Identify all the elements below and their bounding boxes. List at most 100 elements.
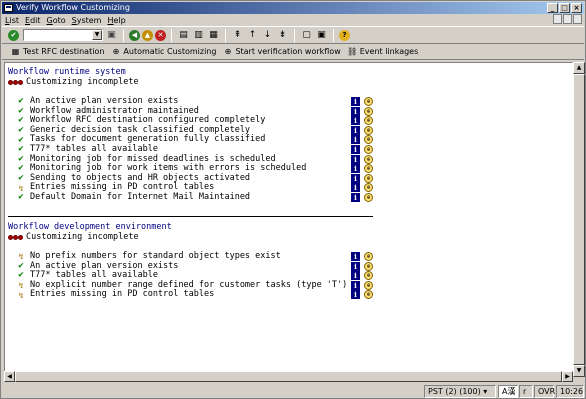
sap-window: Verify Workflow Customizing _ □ × List E…	[0, 0, 586, 399]
execute-icon[interactable]: ⊕	[364, 135, 373, 145]
menu-goto[interactable]: Goto	[44, 16, 69, 25]
test-rfc-destination-button[interactable]: ▦ Test RFC destination	[10, 47, 105, 57]
menu-help[interactable]: Help	[104, 16, 128, 25]
warning-icon: ↯	[18, 290, 24, 300]
execute-icon[interactable]: ⊕	[364, 271, 373, 281]
cancel-icon[interactable]: ✕	[155, 29, 166, 41]
print-icon[interactable]: ▤	[177, 29, 190, 42]
menu-edit[interactable]: Edit	[22, 16, 44, 25]
menu-bar: List Edit Goto System Help	[2, 14, 584, 26]
traffic-light-icon	[8, 235, 23, 241]
vertical-scroll-thumb[interactable]	[573, 74, 585, 365]
maximize-button[interactable]: □	[559, 3, 570, 13]
info-icon[interactable]: i	[351, 252, 360, 261]
info-icon[interactable]: i	[351, 192, 360, 202]
find-icon[interactable]: ▥	[192, 29, 205, 42]
event-linkages-button[interactable]: ⛓ Event linkages	[347, 46, 418, 57]
check-row: ✔ Default Domain for Internet Mail Mainta…	[16, 192, 571, 203]
info-icon[interactable]: i	[351, 106, 360, 116]
create-session-icon[interactable]: ▢	[300, 29, 313, 42]
execute-icon: ⊕	[112, 46, 120, 56]
execute-icon[interactable]: ⊕	[364, 183, 373, 193]
find-next-icon[interactable]: ▦	[207, 29, 220, 42]
new-session-icon[interactable]	[553, 14, 562, 24]
execute-icon[interactable]: ⊕	[364, 144, 373, 154]
insert-mode-field: OVR	[534, 385, 555, 398]
command-field[interactable]: ▼	[23, 29, 103, 41]
minimize-button[interactable]: _	[547, 3, 558, 13]
sap-window-icon[interactable]	[4, 4, 13, 12]
enter-icon[interactable]: ✔	[8, 29, 19, 41]
info-icon[interactable]: i	[351, 116, 360, 126]
checkmark-icon: ✔	[18, 144, 24, 155]
info-icon[interactable]: i	[351, 97, 360, 106]
next-page-icon[interactable]: ↓	[261, 29, 274, 42]
execute-icon[interactable]: ⊕	[364, 97, 373, 106]
info-icon[interactable]: i	[351, 144, 360, 154]
layout-menu-icon[interactable]	[563, 14, 572, 24]
linkage-icon: ⛓	[347, 46, 358, 56]
execute-icon[interactable]: ⊕	[364, 164, 373, 174]
menu-list[interactable]: List	[2, 16, 22, 25]
checkmark-icon: ✔	[18, 96, 24, 107]
back-icon[interactable]: ◀	[129, 29, 140, 41]
info-icon[interactable]: i	[351, 154, 360, 164]
menu-system[interactable]: System	[69, 16, 105, 25]
scroll-right-button[interactable]: ▶	[562, 371, 573, 382]
scroll-up-button[interactable]: ▲	[573, 62, 585, 74]
application-toolbar: ▦ Test RFC destination ⊕ Automatic Custo…	[2, 44, 584, 60]
execute-icon[interactable]: ⊕	[364, 154, 373, 164]
start-verification-workflow-button[interactable]: ⊕ Start verification workflow	[222, 47, 341, 57]
runtime-checks-list: ✔ An active plan version exists i ⊕ ✔ Workflo…	[16, 96, 571, 203]
execute-icon[interactable]: ⊕	[364, 173, 373, 183]
window-controls: _ □ ×	[547, 3, 582, 13]
info-icon[interactable]: i	[351, 261, 360, 271]
ime-indicator[interactable]: A漢	[498, 385, 518, 398]
checkmark-icon: ✔	[18, 192, 24, 203]
exit-icon[interactable]: ▲	[142, 29, 153, 41]
info-icon[interactable]: i	[351, 125, 360, 135]
previous-page-icon[interactable]: ↑	[246, 29, 259, 42]
close-button[interactable]: ×	[571, 3, 582, 13]
info-icon[interactable]: i	[351, 280, 360, 290]
execute-icon[interactable]: ⊕	[364, 192, 373, 202]
horizontal-scrollbar[interactable]: ◀ ▶	[4, 371, 573, 382]
shortcut-icon[interactable]: ▣	[315, 29, 328, 42]
automatic-customizing-button[interactable]: ⊕ Automatic Customizing	[110, 46, 217, 57]
status-bar: PST (2) (100) ▾ A漢 r OVR 10:26	[2, 383, 584, 399]
server-field: r	[519, 385, 533, 398]
development-checks-list: ↯ No prefix numbers for standard object t…	[16, 251, 571, 300]
execute-icon[interactable]: ⊕	[364, 252, 373, 261]
info-icon[interactable]: i	[351, 173, 360, 183]
execute-icon[interactable]: ⊕	[364, 280, 373, 290]
execute-icon[interactable]: ⊕	[364, 125, 373, 135]
save-icon[interactable]: ▣	[105, 29, 118, 42]
vertical-scrollbar[interactable]: ▲ ▼	[573, 62, 585, 377]
section-status: Customizing incomplete	[8, 77, 139, 88]
horizontal-scroll-thumb[interactable]	[15, 371, 562, 382]
system-info-field[interactable]: PST (2) (100) ▾	[424, 385, 496, 398]
execute-icon[interactable]: ⊕	[364, 261, 373, 271]
help-icon[interactable]	[573, 14, 582, 24]
scroll-left-button[interactable]: ◀	[4, 371, 15, 382]
execute-icon[interactable]: ⊕	[364, 290, 373, 300]
section-status: Customizing incomplete	[8, 232, 139, 243]
execute-icon[interactable]: ⊕	[364, 106, 373, 116]
help-icon[interactable]: ?	[339, 29, 350, 41]
info-icon[interactable]: i	[351, 164, 360, 174]
scroll-down-button[interactable]: ▼	[573, 365, 585, 377]
info-icon[interactable]: i	[351, 271, 360, 281]
traffic-light-icon	[8, 80, 23, 86]
chevron-down-icon[interactable]: ▼	[92, 30, 102, 40]
warning-icon: ↯	[18, 252, 24, 262]
last-page-icon[interactable]: ⇟	[276, 29, 289, 42]
check-row: ↯ Entries missing in PD control tables i ⊕	[16, 290, 571, 300]
info-icon[interactable]: i	[351, 183, 360, 193]
title-bar: Verify Workflow Customizing _ □ ×	[2, 2, 584, 14]
info-icon[interactable]: i	[351, 135, 360, 145]
execute-icon[interactable]: ⊕	[364, 116, 373, 126]
info-icon[interactable]: i	[351, 290, 360, 300]
warning-icon: ↯	[18, 281, 24, 291]
chevron-down-icon[interactable]: ▾	[483, 387, 487, 396]
first-page-icon[interactable]: ⇞	[231, 29, 244, 42]
